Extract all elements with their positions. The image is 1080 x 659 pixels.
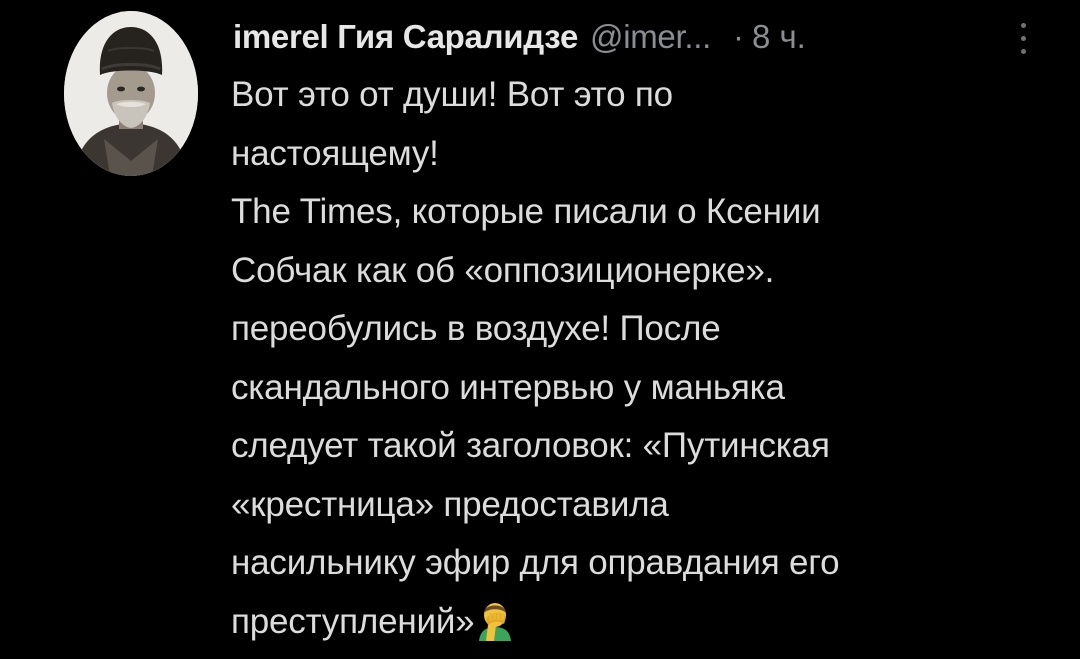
tweet[interactable]: imerel Гия Саралидзе @imer... · 8 ч. Вот…	[0, 0, 1080, 652]
portrait-avatar	[64, 11, 198, 176]
author-handle[interactable]: @imer...	[590, 12, 711, 62]
tweet-text: Вот это от души! Вот это по настоящему! …	[231, 66, 1051, 651]
tweet-text-line: преступлений»	[231, 601, 475, 641]
tweet-text-line: насильнику эфир для оправдания его	[231, 543, 840, 582]
header-separator: ·	[732, 18, 744, 55]
tweet-text-line: The Times, которые писали о Ксении	[231, 192, 821, 231]
tweet-text-line: настоящему!	[231, 133, 439, 173]
author-display-name[interactable]: imerel Гия Саралидзе	[233, 12, 578, 62]
tweet-text-line: скандального интервью у маньяка	[231, 367, 785, 407]
vertical-ellipsis-icon[interactable]	[1013, 22, 1033, 56]
tweet-text-line: Собчак как об «оппозиционерке».	[231, 250, 775, 290]
tweet-header: imerel Гия Саралидзе @imer... · 8 ч.	[233, 12, 1053, 62]
tweet-text-line: «крестница» предоставила	[231, 484, 669, 524]
author-avatar[interactable]	[64, 11, 198, 176]
tweet-text-line: следует такой заголовок: «Путинская	[231, 426, 830, 465]
tweet-text-last-line: преступлений»	[231, 593, 1051, 652]
tweet-text-line: Вот это от души! Вот это по	[231, 75, 673, 114]
facepalm-emoji	[476, 597, 514, 641]
tweet-text-line: переобулись в воздухе! После	[231, 309, 721, 348]
tweet-timestamp[interactable]: 8 ч.	[752, 12, 806, 62]
